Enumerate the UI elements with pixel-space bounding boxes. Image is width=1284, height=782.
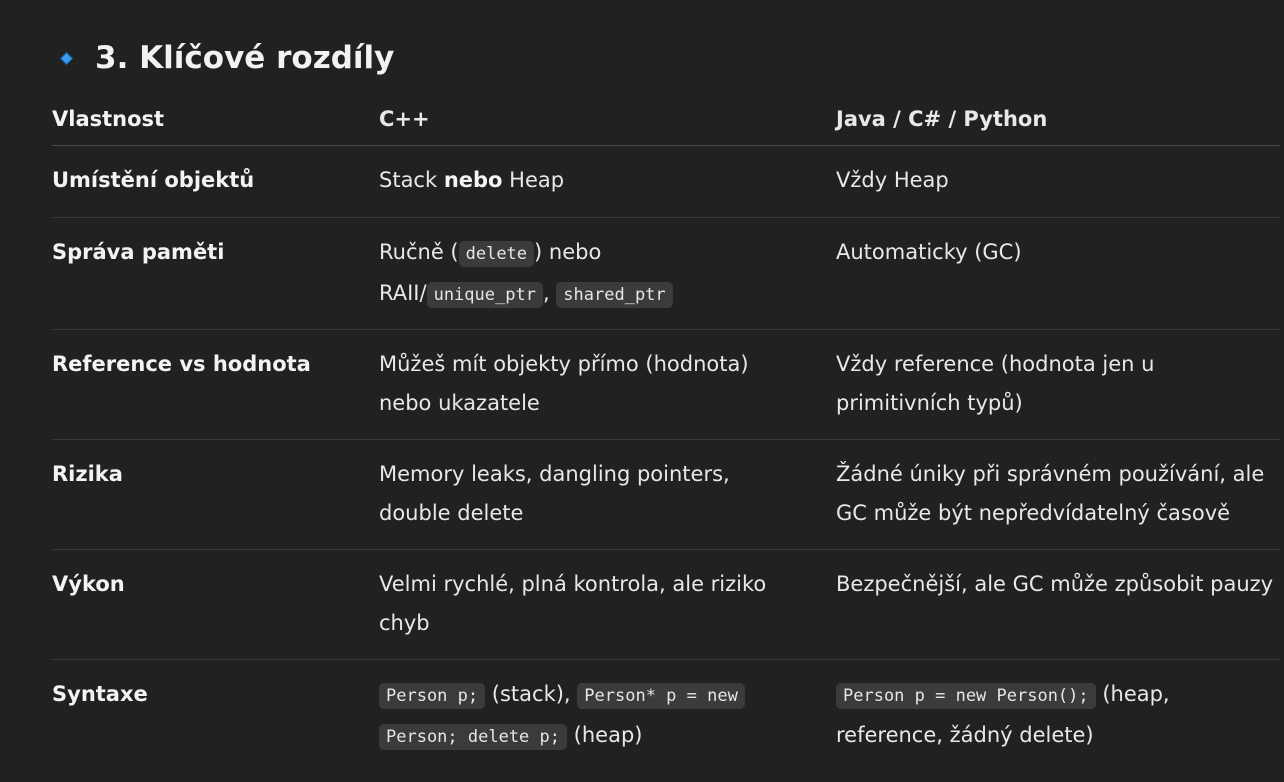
cpp-cell: Stack nebo Heap [379,146,836,217]
property-cell: Výkon [52,572,125,596]
cpp-cell: Ručně (delete) nebo RAII/unique_ptr, shar… [379,218,836,329]
inline-code: unique_ptr [426,282,543,308]
table-row: Reference vs hodnota Můžeš mít objekty p… [52,330,1280,440]
property-cell: Syntaxe [52,682,148,706]
text: reference, žádný delete) [836,723,1094,747]
text: Žádné úniky při správném používání, ale [836,462,1265,486]
section-heading: 3. Klíčové rozdíly [60,40,395,76]
text: nebo ukazatele [379,391,540,415]
text: Ručně ( [379,240,459,264]
text: ) nebo [534,240,602,264]
java-cell: Automaticky (GC) [836,240,1022,264]
column-header-property: Vlastnost [52,107,165,131]
section-title: 3. Klíčové rozdíly [95,40,395,76]
text: Memory leaks, dangling pointers, [379,462,730,486]
text: (heap, [1095,682,1170,706]
text: Stack [379,168,444,192]
text: double delete [379,501,524,525]
text: , [542,281,557,305]
text: Heap [502,168,565,192]
bold-text: nebo [443,168,503,192]
property-cell: Reference vs hodnota [52,352,311,376]
table-header-row: Vlastnost C++ Java / C# / Python [52,96,1280,146]
text: (heap) [567,723,643,747]
java-cell: Vždy reference (hodnota jen u primitivníc… [836,330,1280,439]
text: RAII/ [379,281,427,305]
inline-code: delete [458,241,535,267]
text: primitivních typů) [836,391,1023,415]
cpp-cell: Můžeš mít objekty přímo (hodnota) nebo uk… [379,330,836,439]
text: Velmi rychlé, plná kontrola, ale riziko [379,572,767,596]
java-cell: Vždy Heap [836,168,949,192]
table-row: Umístění objektů Stack nebo Heap Vždy He… [52,146,1280,218]
table-row: Syntaxe Person p; (stack), Person* p = n… [52,660,1280,782]
cpp-cell: Memory leaks, dangling pointers, double d… [379,440,836,549]
inline-code: Person p; [379,683,486,709]
property-cell: Umístění objektů [52,168,255,192]
text: (stack), [485,682,578,706]
text: chyb [379,611,430,635]
inline-code: Person p = new Person(); [836,683,1096,709]
java-cell: Person p = new Person(); (heap, reference… [836,660,1280,782]
table-row: Rizika Memory leaks, dangling pointers, d… [52,440,1280,550]
java-cell: Žádné úniky při správném používání, ale G… [836,440,1280,549]
java-cell: Bezpečnější, ale GC může způsobit pauzy [836,572,1274,596]
text: GC může být nepředvídatelný časově [836,501,1231,525]
text: Vždy reference (hodnota jen u [836,352,1155,376]
table-row: Výkon Velmi rychlé, plná kontrola, ale r… [52,550,1280,660]
cpp-cell: Person p; (stack), Person* p = new Person… [379,660,836,782]
inline-code: Person* p = new [577,683,745,709]
text: Můžeš mít objekty přímo (hodnota) [379,352,749,376]
column-header-cpp: C++ [379,107,430,131]
table-row: Správa paměti Ručně (delete) nebo RAII/un… [52,218,1280,330]
small-blue-diamond-icon [60,51,73,65]
inline-code: shared_ptr [556,282,673,308]
inline-code: Person; delete p; [379,724,567,750]
comparison-table: Vlastnost C++ Java / C# / Python Umístěn… [52,96,1280,782]
property-cell: Rizika [52,462,123,486]
property-cell: Správa paměti [52,240,225,264]
column-header-java: Java / C# / Python [836,107,1048,131]
cpp-cell: Velmi rychlé, plná kontrola, ale riziko c… [379,550,836,659]
